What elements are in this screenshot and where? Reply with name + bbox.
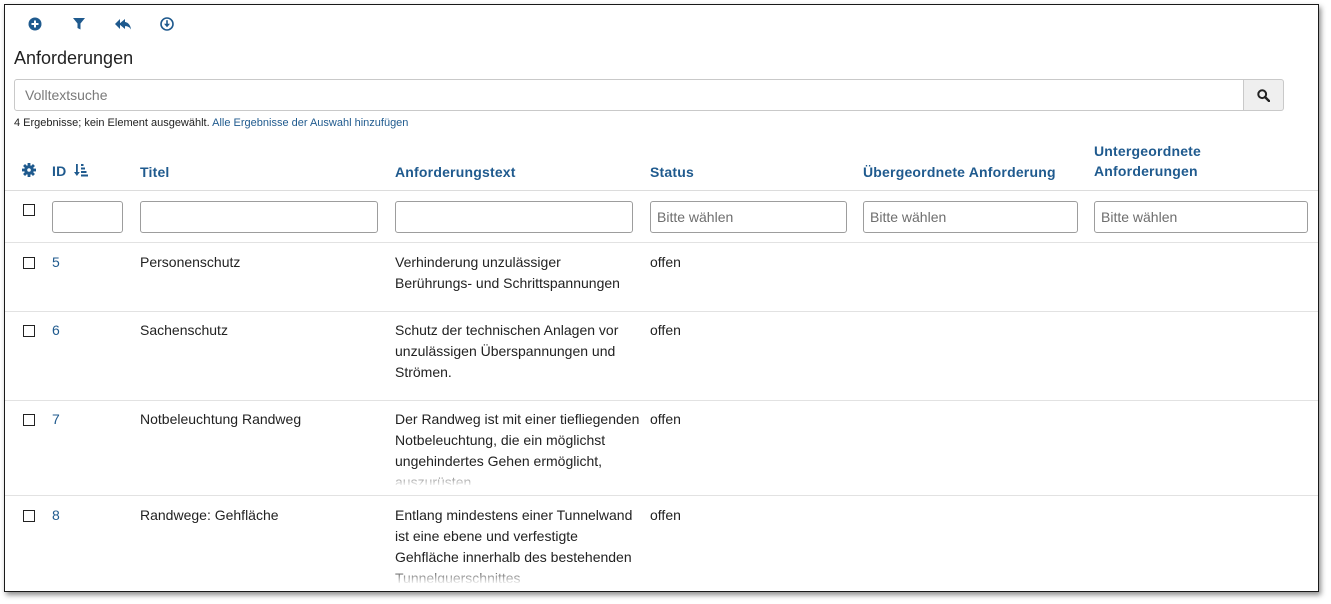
gear-icon[interactable]: [22, 163, 36, 182]
sort-ascending-icon[interactable]: [73, 162, 88, 182]
row-id-link[interactable]: 5: [52, 252, 60, 273]
row-titel: Notbeleuchtung Randweg: [140, 411, 302, 427]
row-divider: [5, 400, 1318, 401]
children-filter-select[interactable]: [1094, 201, 1308, 233]
parent-filter-select[interactable]: [863, 201, 1078, 233]
row-checkbox[interactable]: [23, 510, 35, 522]
page-title: Anforderungen: [14, 48, 134, 68]
row-divider: [5, 495, 1318, 496]
row-status: offen: [650, 322, 681, 338]
titel-filter-input[interactable]: [140, 201, 378, 233]
row-anforderungstext: Verhinderung unzulässiger Berührungs- un…: [395, 254, 620, 291]
header-divider: [5, 190, 1318, 191]
row-status: offen: [650, 254, 681, 270]
row-titel: Randwege: Gehfläche: [140, 507, 279, 523]
select-all-checkbox[interactable]: [23, 204, 35, 216]
row-text-clip: Der Randweg ist mit einer tiefliegenden …: [395, 409, 640, 485]
row-status: offen: [650, 411, 681, 427]
add-all-to-selection-link[interactable]: Alle Ergebnisse der Auswahl hinzufügen: [212, 117, 408, 129]
row-checkbox[interactable]: [23, 325, 35, 337]
search-icon: [1257, 88, 1270, 102]
filter-icon[interactable]: [69, 14, 89, 34]
id-filter-input[interactable]: [52, 201, 123, 233]
column-header-titel[interactable]: Titel: [140, 162, 170, 182]
toolbar: [25, 14, 201, 34]
column-header-children[interactable]: Untergeordnete Anforderungen: [1094, 141, 1201, 181]
column-header-children-line1: Untergeordnete: [1094, 143, 1202, 159]
column-header-children-line2: Anforderungen: [1094, 163, 1198, 179]
anforderungstext-filter-input[interactable]: [395, 201, 633, 233]
row-checkbox[interactable]: [23, 414, 35, 426]
row-id-link[interactable]: 8: [52, 505, 60, 526]
search-button[interactable]: [1244, 79, 1284, 111]
text-fade: [395, 567, 640, 583]
reply-all-icon[interactable]: [113, 14, 133, 34]
column-header-parent[interactable]: Übergeordnete Anforderung: [863, 162, 1056, 182]
row-id-link[interactable]: 7: [52, 409, 60, 430]
column-header-status[interactable]: Status: [650, 162, 694, 182]
row-text-clip: Entlang mindestens einer Tunnelwand ist …: [395, 505, 640, 583]
row-divider: [5, 242, 1318, 243]
result-count: 4 Ergebnisse; kein Element ausgewählt.: [14, 117, 210, 129]
result-info: 4 Ergebnisse; kein Element ausgewählt. A…: [14, 117, 408, 129]
column-header-id[interactable]: ID: [52, 161, 88, 182]
row-titel: Sachenschutz: [140, 322, 228, 338]
row-id-link[interactable]: 6: [52, 320, 60, 341]
add-circle-icon[interactable]: [25, 14, 45, 34]
row-status: offen: [650, 507, 681, 523]
row-titel: Personenschutz: [140, 254, 241, 270]
download-circle-icon[interactable]: [157, 14, 177, 34]
search-input[interactable]: [14, 79, 1244, 111]
row-anforderungstext: Schutz der technischen Anlagen vor unzul…: [395, 322, 619, 380]
row-checkbox[interactable]: [23, 257, 35, 269]
column-header-anforderungstext[interactable]: Anforderungstext: [395, 162, 516, 182]
column-header-id-label: ID: [52, 163, 67, 179]
status-filter-select[interactable]: [650, 201, 847, 233]
row-divider: [5, 311, 1318, 312]
text-fade: [395, 469, 640, 485]
app-window: Anforderungen 4 Ergebnisse; kein Element…: [4, 4, 1319, 592]
